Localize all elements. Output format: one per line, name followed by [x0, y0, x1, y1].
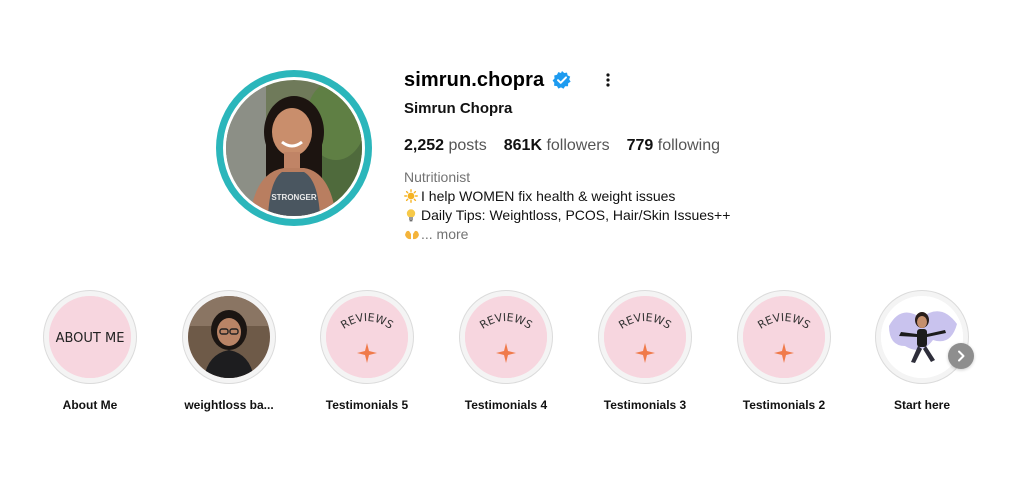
- username-row: simrun.chopra: [404, 66, 737, 94]
- username: simrun.chopra: [404, 68, 545, 91]
- highlight-testimonials-4[interactable]: REVIEWS Testimonials 4: [450, 290, 562, 412]
- story-highlights: ABOUT ME About Me weightloss ba... REVIE…: [0, 290, 1024, 420]
- highlight-cover: REVIEWS: [743, 296, 825, 378]
- highlight-ring: REVIEWS: [737, 290, 831, 384]
- posts-count: 2,252: [404, 137, 445, 154]
- following-stat[interactable]: 779 following: [627, 137, 720, 155]
- followers-stat[interactable]: 861K followers: [504, 137, 610, 155]
- highlight-label: Testimonials 4: [464, 398, 548, 412]
- avatar-gap: STRONGER: [223, 77, 365, 219]
- followers-label: followers: [546, 137, 610, 154]
- highlight-cover-photo: [188, 296, 270, 378]
- bio-category: Nutritionist: [404, 169, 471, 185]
- highlights-next-button[interactable]: [948, 343, 974, 369]
- followers-count: 861K: [503, 137, 542, 154]
- highlight-cover: REVIEWS: [326, 296, 408, 378]
- highlight-testimonials-5[interactable]: REVIEWS Testimonials 5: [311, 290, 423, 412]
- highlight-weightloss[interactable]: weightloss ba...: [173, 290, 285, 412]
- highlight-label: weightloss ba...: [184, 398, 274, 412]
- hands-emoji-icon: [404, 227, 419, 241]
- highlight-cover: REVIEWS: [465, 296, 547, 378]
- bio-line-1: I help WOMEN fix health & weight issues: [404, 187, 737, 206]
- avatar-shirt-text: STRONGER: [271, 193, 317, 202]
- chevron-right-icon: [958, 350, 965, 362]
- lightbulb-emoji-icon: [404, 208, 418, 222]
- bio-line-2: Daily Tips: Weightloss, PCOS, Hair/Skin …: [404, 206, 737, 225]
- highlight-ring: [875, 290, 969, 384]
- following-count: 779: [626, 137, 654, 154]
- full-name: Simrun Chopra: [404, 100, 513, 117]
- highlight-ring: REVIEWS: [320, 290, 414, 384]
- highlight-cover-text: ABOUT ME: [56, 331, 125, 346]
- sun-emoji-icon: [404, 189, 418, 203]
- bio-line-3: ... more: [404, 225, 737, 244]
- highlight-ring: REVIEWS: [459, 290, 553, 384]
- avatar-photo: STRONGER: [226, 80, 362, 216]
- more-options-icon[interactable]: [598, 70, 618, 90]
- highlight-testimonials-2[interactable]: REVIEWS Testimonials 2: [728, 290, 840, 412]
- highlight-ring: REVIEWS: [598, 290, 692, 384]
- profile-info: simrun.chopra Simrun Chopra 2,252 posts …: [404, 66, 737, 244]
- highlight-ring: ABOUT ME: [43, 290, 137, 384]
- highlight-testimonials-3[interactable]: REVIEWS Testimonials 3: [589, 290, 701, 412]
- highlight-cover-sticker: [881, 296, 963, 378]
- highlight-label: Testimonials 2: [742, 398, 826, 412]
- highlight-cover: ABOUT ME: [49, 296, 131, 378]
- bio-line-2-text: Daily Tips: Weightloss, PCOS, Hair/Skin …: [421, 207, 731, 223]
- highlight-about-me[interactable]: ABOUT ME About Me: [34, 290, 146, 412]
- bio-line-1-text: I help WOMEN fix health & weight issues: [421, 188, 676, 204]
- posts-stat: 2,252 posts: [404, 137, 487, 155]
- bio: Nutritionist I help WOMEN fix health & w…: [404, 168, 737, 244]
- highlight-cover: REVIEWS: [604, 296, 686, 378]
- highlight-label: Testimonials 3: [603, 398, 687, 412]
- highlight-ring: [182, 290, 276, 384]
- posts-label: posts: [448, 137, 487, 154]
- highlight-label: Testimonials 5: [325, 398, 409, 412]
- highlight-label: About Me: [62, 398, 118, 412]
- highlight-label: Start here: [893, 398, 951, 412]
- bio-more-link[interactable]: ... more: [421, 226, 468, 242]
- following-label: following: [657, 137, 721, 154]
- profile-stats: 2,252 posts 861K followers 779 following: [404, 137, 737, 155]
- verified-badge-icon: [552, 70, 572, 90]
- profile-avatar[interactable]: STRONGER: [216, 70, 372, 226]
